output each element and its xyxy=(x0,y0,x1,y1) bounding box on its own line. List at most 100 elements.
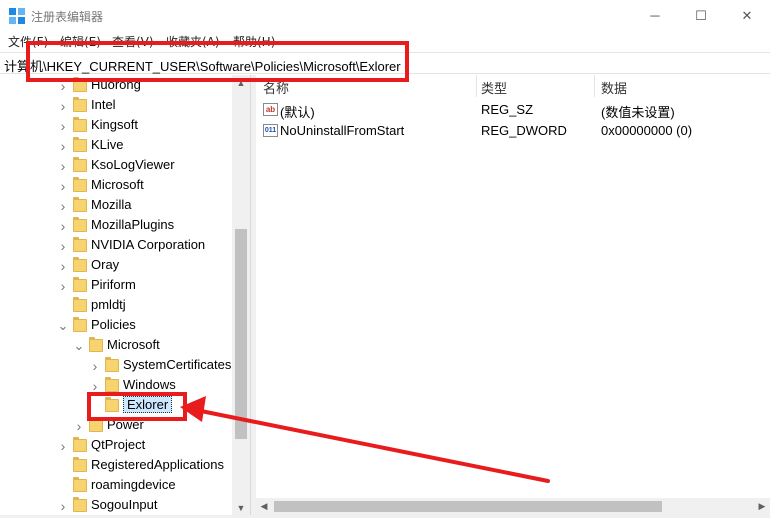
tree-vertical-scrollbar[interactable]: ▲ ▼ xyxy=(232,75,250,518)
folder-icon xyxy=(73,497,87,512)
maximize-button[interactable]: ☐ xyxy=(678,0,724,31)
close-icon: ✕ xyxy=(741,7,753,23)
expand-chevron-right-icon[interactable]: › xyxy=(57,439,69,453)
tree-item-ksologviewer[interactable]: › KsoLogViewer xyxy=(0,156,232,176)
folder-icon xyxy=(89,337,103,352)
tree-item-registeredapplications[interactable]: RegisteredApplications xyxy=(0,456,232,476)
expand-chevron-right-icon[interactable]: › xyxy=(57,179,69,193)
expand-chevron-right-icon[interactable]: › xyxy=(57,139,69,153)
maximize-icon: ☐ xyxy=(695,7,707,23)
tree-item-piriform[interactable]: › Piriform xyxy=(0,276,232,296)
tree-item-label: SogouInput xyxy=(91,497,158,512)
tree-item-label: Oray xyxy=(91,257,120,272)
key-tree: › Huorong › Intel › Kingsoft › KLive › KsoLogView… xyxy=(0,75,250,518)
folder-icon xyxy=(73,257,87,272)
tree-item-label: Windows xyxy=(123,377,176,392)
folder-icon xyxy=(73,277,87,292)
scroll-right-icon[interactable]: ▶ xyxy=(754,498,770,515)
tree-item-systemcertificates[interactable]: › SystemCertificates xyxy=(0,356,232,376)
folder-icon xyxy=(73,297,87,312)
minimize-icon: ─ xyxy=(650,8,660,23)
expand-chevron-down-icon[interactable]: ⌄ xyxy=(73,339,85,353)
tree-item-roamingdevice[interactable]: roamingdevice xyxy=(0,476,232,496)
expand-chevron-right-icon[interactable]: › xyxy=(57,159,69,173)
tree-item-label: Piriform xyxy=(91,277,136,292)
tree-item-label: KsoLogViewer xyxy=(91,157,175,172)
close-button[interactable]: ✕ xyxy=(724,0,770,31)
tree-item-nvidia-corporation[interactable]: › NVIDIA Corporation xyxy=(0,236,232,256)
tree-item-oray[interactable]: › Oray xyxy=(0,256,232,276)
regedit-app-icon xyxy=(9,8,25,24)
expand-chevron-right-icon[interactable]: › xyxy=(57,199,69,213)
value-type: REG_DWORD xyxy=(481,123,567,138)
value-row[interactable]: 011 NoUninstallFromStart REG_DWORD 0x000… xyxy=(256,121,770,141)
folder-icon xyxy=(73,457,87,472)
expand-chevron-right-icon[interactable]: › xyxy=(89,379,101,393)
expand-chevron-right-icon[interactable]: › xyxy=(57,99,69,113)
scroll-down-icon[interactable]: ▼ xyxy=(232,500,250,516)
tree-item-label: KLive xyxy=(91,137,124,152)
column-separator[interactable] xyxy=(594,75,595,97)
value-data: (数值未设置) xyxy=(601,105,675,120)
tree-item-pmldtj[interactable]: pmldtj xyxy=(0,296,232,316)
folder-icon xyxy=(73,437,87,452)
folder-icon xyxy=(73,177,87,192)
tree-item-policies[interactable]: ⌄ Policies xyxy=(0,316,232,336)
value-name: (默认) xyxy=(280,105,315,120)
tree-item-kingsoft[interactable]: › Kingsoft xyxy=(0,116,232,136)
value-row[interactable]: ab (默认) REG_SZ (数值未设置) xyxy=(256,100,770,120)
tree-item-microsoft[interactable]: ⌄ Microsoft xyxy=(0,336,232,356)
tree-item-label: Microsoft xyxy=(107,337,160,352)
tree-item-label: Intel xyxy=(91,97,116,112)
expand-chevron-right-icon[interactable]: › xyxy=(57,119,69,133)
folder-icon xyxy=(73,237,87,252)
expand-chevron-right-icon[interactable]: › xyxy=(57,219,69,233)
folder-icon xyxy=(73,197,87,212)
tree-item-label: Policies xyxy=(91,317,136,332)
tree-item-sogouinput[interactable]: › SogouInput xyxy=(0,496,232,516)
expand-chevron-right-icon[interactable]: › xyxy=(57,279,69,293)
expand-chevron-right-icon[interactable]: › xyxy=(89,359,101,373)
tree-scroll-thumb[interactable] xyxy=(235,229,247,439)
window-title: 注册表编辑器 xyxy=(31,10,104,24)
list-scroll-thumb[interactable] xyxy=(274,501,662,512)
folder-icon xyxy=(73,157,87,172)
tree-item-klive[interactable]: › KLive xyxy=(0,136,232,156)
column-header-type[interactable]: 类型 xyxy=(481,78,507,97)
tree-item-label: roamingdevice xyxy=(91,477,176,492)
expand-chevron-right-icon[interactable]: › xyxy=(57,259,69,273)
address-highlight-box xyxy=(26,41,409,82)
folder-icon xyxy=(73,217,87,232)
selected-key-highlight-box xyxy=(87,392,187,421)
column-separator[interactable] xyxy=(476,75,477,97)
list-horizontal-scrollbar[interactable]: ◀ ▶ xyxy=(256,498,770,515)
tree-item-label: Mozilla xyxy=(91,197,132,212)
tree-item-microsoft[interactable]: › Microsoft xyxy=(0,176,232,196)
minimize-button[interactable]: ─ xyxy=(632,0,678,31)
tree-item-label: NVIDIA Corporation xyxy=(91,237,206,252)
tree-item-label: pmldtj xyxy=(91,297,126,312)
value-type: REG_SZ xyxy=(481,102,534,117)
expand-chevron-down-icon[interactable]: ⌄ xyxy=(57,319,69,333)
folder-icon xyxy=(73,97,87,112)
scroll-left-icon[interactable]: ◀ xyxy=(256,498,272,515)
folder-icon xyxy=(73,317,87,332)
tree-item-mozillaplugins[interactable]: › MozillaPlugins xyxy=(0,216,232,236)
tree-item-mozilla[interactable]: › Mozilla xyxy=(0,196,232,216)
tree-item-intel[interactable]: › Intel xyxy=(0,96,232,116)
expand-chevron-right-icon[interactable]: › xyxy=(73,419,85,433)
string-value-icon: ab xyxy=(263,103,278,116)
folder-icon xyxy=(73,137,87,152)
expand-chevron-right-icon[interactable]: › xyxy=(57,239,69,253)
values-list: 名称 类型 数据 ab (默认) REG_SZ (数值未设置) 011 NoUn… xyxy=(256,75,770,518)
title-bar: 注册表编辑器 ─ ☐ ✕ xyxy=(0,0,770,31)
value-name: NoUninstallFromStart xyxy=(280,123,405,138)
tree-item-label: SystemCertificates xyxy=(123,357,232,372)
tree-item-qtproject[interactable]: › QtProject xyxy=(0,436,232,456)
expand-chevron-right-icon[interactable]: › xyxy=(57,499,69,513)
tree-item-label: RegisteredApplications xyxy=(91,457,224,472)
folder-icon xyxy=(73,117,87,132)
folder-icon xyxy=(73,477,87,492)
column-header-data[interactable]: 数据 xyxy=(601,78,627,97)
folder-icon xyxy=(105,377,119,392)
